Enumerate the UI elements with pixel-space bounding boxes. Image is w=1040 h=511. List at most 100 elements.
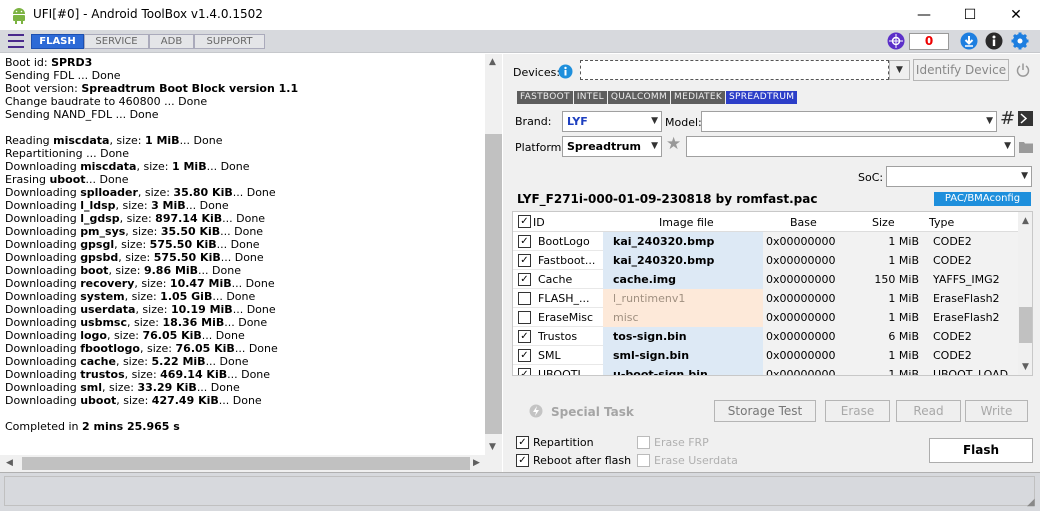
terminal-icon[interactable] — [1018, 111, 1033, 126]
flash-button[interactable]: Flash — [929, 438, 1033, 463]
devices-select[interactable] — [580, 60, 889, 80]
row-checkbox[interactable]: ✓ — [518, 330, 531, 343]
log-text: Sending NAND_FDL ... Done — [5, 108, 159, 121]
row-checkbox[interactable]: ✓ — [518, 349, 531, 362]
row-image-file[interactable]: cache.img — [603, 270, 763, 289]
table-row[interactable]: ✓ SML sml-sign.bin 0x00000000 1 MiB CODE2 — [513, 346, 1018, 365]
tab-flash[interactable]: FLASH — [31, 34, 84, 49]
resize-grip-icon[interactable]: ◢ — [1027, 497, 1035, 508]
column-header-image-file[interactable]: Image file — [659, 216, 714, 229]
platform-select[interactable]: Spreadtrum ▼ — [562, 136, 662, 157]
erase-frp-checkbox[interactable] — [637, 436, 650, 449]
row-checkbox[interactable]: ✓ — [518, 368, 531, 375]
storage-test-button[interactable]: Storage Test — [714, 400, 816, 422]
identify-device-button[interactable]: Identify Device — [913, 59, 1009, 81]
info-icon[interactable] — [558, 64, 573, 79]
tab-service[interactable]: SERVICE — [84, 34, 149, 49]
log-vertical-scrollbar[interactable]: ▲ ▼ — [485, 54, 502, 456]
row-image-file[interactable]: misc — [603, 308, 763, 327]
close-button[interactable]: ✕ — [993, 0, 1039, 30]
scroll-down-icon[interactable]: ▼ — [1022, 362, 1029, 372]
log-text: Downloading — [5, 342, 81, 355]
repartition-checkbox[interactable]: ✓ — [516, 436, 529, 449]
info-icon[interactable] — [985, 32, 1003, 50]
log-line: Reading miscdata, size: 1 MiB... Done — [5, 134, 475, 147]
log-panel[interactable]: Boot id: SPRD3 Sending FDL ... Done Boot v… — [0, 54, 502, 472]
table-row[interactable]: ✓ UBOOTL... u-boot-sign.bin 0x00000000 1 MiB… — [513, 365, 1018, 375]
row-image-file[interactable]: kai_240320.bmp — [603, 251, 763, 270]
row-size: 1 MiB — [843, 365, 923, 375]
column-header-base[interactable]: Base — [790, 216, 817, 229]
table-scrollbar[interactable]: ▲ ▼ — [1018, 212, 1032, 375]
tab-adb[interactable]: ADB — [149, 34, 194, 49]
star-icon[interactable]: ★ — [666, 134, 681, 154]
vendor-tabs: FASTBOOT INTEL QUALCOMM MEDIATEK SPREADT… — [517, 91, 798, 105]
row-checkbox[interactable] — [518, 292, 531, 305]
table-row[interactable]: ✓ Cache cache.img 0x00000000 150 MiB YAFFS_IM… — [513, 270, 1018, 289]
erase-button[interactable]: Erase — [825, 400, 890, 422]
table-row[interactable]: FLASH_... l_runtimenv1 0x00000000 1 MiB Eras… — [513, 289, 1018, 308]
log-text: ... Done — [198, 264, 241, 277]
tab-intel[interactable]: INTEL — [573, 91, 607, 104]
select-all-checkbox[interactable]: ✓ — [518, 215, 531, 228]
row-base: 0x00000000 — [763, 232, 843, 251]
network-icon[interactable] — [887, 32, 905, 50]
pac-config-button[interactable]: PAC/BMAconfig — [934, 192, 1031, 206]
column-header-type[interactable]: Type — [929, 216, 954, 229]
log-text: ... Done — [216, 238, 260, 251]
scroll-up-icon[interactable]: ▲ — [1022, 216, 1029, 226]
menu-icon[interactable] — [8, 34, 24, 48]
row-image-file[interactable]: u-boot-sign.bin — [603, 365, 763, 375]
folder-icon[interactable] — [1019, 141, 1033, 153]
tab-qualcomm[interactable]: QUALCOMM — [607, 91, 671, 104]
row-checkbox[interactable] — [518, 311, 531, 324]
scroll-left-icon[interactable]: ◀ — [6, 458, 13, 468]
hash-icon[interactable]: # — [1000, 108, 1015, 129]
tab-fastboot[interactable]: FASTBOOT — [517, 91, 573, 104]
scroll-down-icon[interactable]: ▼ — [489, 442, 496, 452]
row-image-file[interactable]: sml-sign.bin — [603, 346, 763, 365]
row-checkbox[interactable]: ✓ — [518, 235, 531, 248]
minimize-button[interactable]: — — [901, 0, 947, 30]
scroll-right-icon[interactable]: ▶ — [473, 458, 480, 468]
tab-spreadtrum[interactable]: SPREADTRUM — [726, 91, 798, 104]
scroll-thumb[interactable] — [485, 134, 502, 434]
column-header-size[interactable]: Size — [872, 216, 895, 229]
row-image-file[interactable]: l_runtimenv1 — [603, 289, 763, 308]
scroll-thumb[interactable] — [1019, 307, 1032, 343]
tab-mediatek[interactable]: MEDIATEK — [671, 91, 726, 104]
gear-icon[interactable] — [1011, 32, 1029, 50]
write-button[interactable]: Write — [965, 400, 1028, 422]
soc-select[interactable]: ▼ — [886, 166, 1032, 187]
row-checkbox[interactable]: ✓ — [518, 273, 531, 286]
reboot-after-flash-checkbox[interactable]: ✓ — [516, 454, 529, 467]
row-base: 0x00000000 — [763, 251, 843, 270]
table-row[interactable]: ✓ BootLogo kai_240320.bmp 0x00000000 1 MiB CO… — [513, 232, 1018, 251]
download-icon[interactable] — [960, 32, 978, 50]
log-line: Downloading system, size: 1.05 GiB... Do… — [5, 290, 475, 303]
table-row[interactable]: ✓ Fastboot... kai_240320.bmp 0x00000000 1 Mi… — [513, 251, 1018, 270]
row-checkbox[interactable]: ✓ — [518, 254, 531, 267]
log-text: Downloading — [5, 251, 81, 264]
row-image-file[interactable]: kai_240320.bmp — [603, 232, 763, 251]
column-header-id[interactable]: ID — [533, 216, 545, 229]
log-horizontal-scrollbar[interactable]: ◀ ▶ — [0, 455, 502, 472]
log-text: pm_sys — [80, 225, 126, 238]
table-row[interactable]: ✓ Trustos tos-sign.bin 0x00000000 6 MiB CODE2 — [513, 327, 1018, 346]
maximize-button[interactable]: ☐ — [947, 0, 993, 30]
read-button[interactable]: Read — [896, 400, 961, 422]
table-row[interactable]: EraseMisc misc 0x00000000 1 MiB EraseFlash2 — [513, 308, 1018, 327]
scroll-thumb[interactable] — [22, 457, 470, 470]
scroll-up-icon[interactable]: ▲ — [489, 57, 496, 67]
tab-support[interactable]: SUPPORT — [194, 34, 265, 49]
power-icon[interactable] — [1015, 62, 1031, 78]
row-id: Cache — [538, 273, 573, 286]
model-select[interactable]: ▼ — [701, 111, 997, 132]
chevron-down-icon[interactable]: ▼ — [889, 60, 910, 80]
platform-model-select[interactable]: ▼ — [686, 136, 1015, 157]
erase-userdata-checkbox[interactable] — [637, 454, 650, 467]
special-task-button[interactable]: Special Task — [551, 405, 634, 419]
brand-select[interactable]: LYF ▼ — [562, 111, 662, 132]
row-type: YAFFS_IMG2 — [923, 270, 1018, 289]
row-image-file[interactable]: tos-sign.bin — [603, 327, 763, 346]
